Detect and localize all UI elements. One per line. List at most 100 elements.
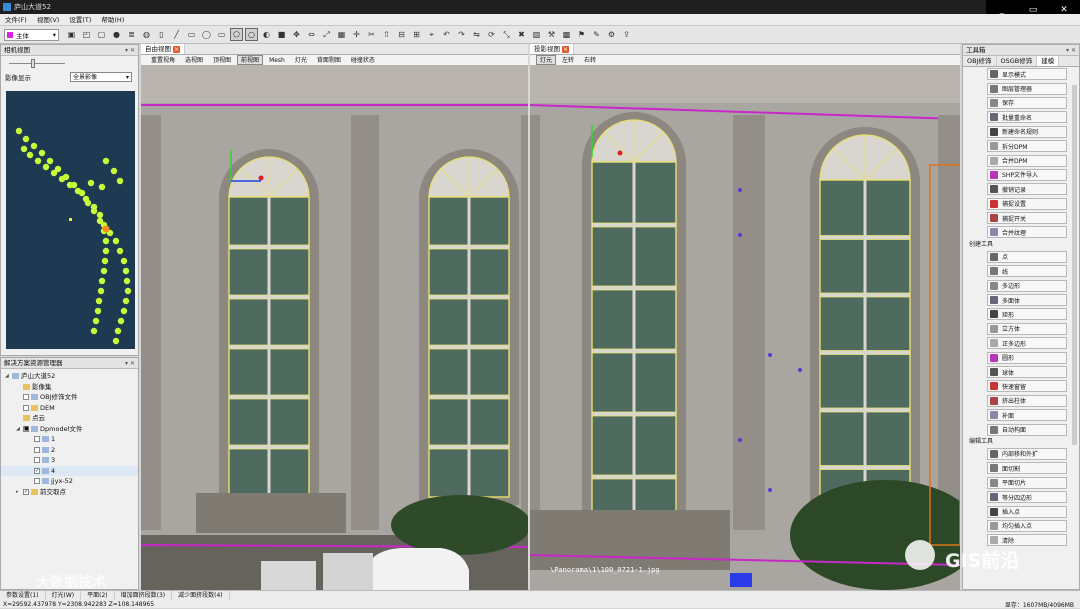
- cube-wire-icon[interactable]: ◰: [80, 28, 93, 41]
- bottom-tab[interactable]: 平面(2): [81, 591, 115, 600]
- projection-view-photo[interactable]: [530, 65, 960, 590]
- camera-point[interactable]: [26, 151, 34, 159]
- toolbox-scrollbar[interactable]: [1072, 85, 1077, 445]
- pin-icon[interactable]: ▾ ✕: [125, 358, 135, 369]
- camera-point[interactable]: [90, 203, 98, 211]
- camera-point[interactable]: [116, 177, 124, 185]
- tool-button[interactable]: 矩形: [987, 308, 1067, 321]
- settings-icon[interactable]: ⚙: [605, 28, 618, 41]
- pen-icon[interactable]: ╱: [170, 28, 183, 41]
- current-camera-point[interactable]: [102, 225, 110, 233]
- tool-button[interactable]: 新建命名规则: [987, 125, 1067, 138]
- undo-icon[interactable]: ↶: [440, 28, 453, 41]
- tree-item[interactable]: 点云: [1, 413, 138, 424]
- camera-point[interactable]: [46, 157, 54, 165]
- camera-point[interactable]: [38, 149, 46, 157]
- lasso-icon[interactable]: ◯: [200, 28, 213, 41]
- fit-icon[interactable]: ⤢: [320, 28, 333, 41]
- tool-button[interactable]: 平面切片: [987, 476, 1067, 489]
- checkbox[interactable]: [34, 457, 40, 464]
- camera-point[interactable]: [112, 237, 120, 245]
- menu-item-1[interactable]: 视图(V): [32, 14, 65, 25]
- tool-button[interactable]: 挤出柱体: [987, 394, 1067, 407]
- tool-button[interactable]: 线: [987, 265, 1067, 278]
- tool-button[interactable]: 补面: [987, 409, 1067, 422]
- free-view-tool[interactable]: 顶视图: [209, 55, 235, 65]
- camera-position-map[interactable]: [6, 91, 135, 349]
- menu-item-2[interactable]: 设置(T): [64, 14, 96, 25]
- move-icon[interactable]: ✛: [350, 28, 363, 41]
- texture-icon[interactable]: ▩: [560, 28, 573, 41]
- camera-point[interactable]: [110, 167, 118, 175]
- tool-button[interactable]: 等分四边形: [987, 491, 1067, 504]
- tool-button[interactable]: 合并纹理: [987, 226, 1067, 239]
- camera-point[interactable]: [102, 247, 110, 255]
- camera-point[interactable]: [122, 267, 130, 275]
- checkbox[interactable]: [23, 394, 29, 401]
- free-view-tool[interactable]: 灯光: [291, 55, 311, 65]
- free-view-tool[interactable]: 碰撞状态: [347, 55, 379, 65]
- square-icon[interactable]: ■: [275, 28, 288, 41]
- tool-button[interactable]: 捕捉设置: [987, 197, 1067, 210]
- measure-icon[interactable]: ⇔: [305, 28, 318, 41]
- control-point[interactable]: [738, 438, 742, 442]
- camera-point[interactable]: [116, 247, 124, 255]
- camera-point[interactable]: [20, 145, 28, 153]
- control-point[interactable]: [768, 353, 772, 357]
- polygon-icon[interactable]: ⬠: [230, 28, 243, 41]
- sphere-icon[interactable]: ●: [110, 28, 123, 41]
- camera-point[interactable]: [94, 307, 102, 315]
- checkbox[interactable]: [34, 478, 40, 485]
- camera-point[interactable]: [120, 307, 128, 315]
- toolbox-tab[interactable]: 建模: [1037, 56, 1060, 66]
- tool-button[interactable]: 内部移和外扩: [987, 447, 1067, 460]
- free-view-tool[interactable]: 选视图: [181, 55, 207, 65]
- tool-button[interactable]: 多面体: [987, 294, 1067, 307]
- camera-point[interactable]: [98, 277, 106, 285]
- grid-icon[interactable]: ▦: [335, 28, 348, 41]
- tool-button[interactable]: 插入点: [987, 505, 1067, 518]
- pin-icon[interactable]: ▾ ✕: [1066, 45, 1076, 56]
- tool-button[interactable]: 均匀插入点: [987, 519, 1067, 532]
- projection-view-tool[interactable]: 右转: [580, 55, 600, 65]
- camera-point[interactable]: [22, 135, 30, 143]
- camera-point[interactable]: [34, 157, 42, 165]
- rect-icon[interactable]: ▭: [215, 28, 228, 41]
- close-icon[interactable]: ×: [562, 45, 569, 53]
- control-point[interactable]: [738, 233, 742, 237]
- camera-point[interactable]: [15, 127, 23, 135]
- expand-icon[interactable]: ▸: [16, 487, 23, 498]
- expand-icon[interactable]: ◢: [5, 371, 12, 382]
- checkbox[interactable]: ✓: [34, 467, 40, 474]
- redo-icon[interactable]: ↷: [455, 28, 468, 41]
- free-view-tool[interactable]: 前视图: [237, 55, 264, 65]
- tree-item[interactable]: DEM: [1, 403, 138, 414]
- pin-icon[interactable]: ⌖: [425, 28, 438, 41]
- hammer-icon[interactable]: ⚒: [545, 28, 558, 41]
- tree-item[interactable]: OBJ修饰文件: [1, 392, 138, 403]
- camera-point[interactable]: [82, 195, 90, 203]
- close-icon[interactable]: ×: [173, 45, 180, 53]
- tool-button[interactable]: 快速窗留: [987, 380, 1067, 393]
- camera-point[interactable]: [117, 317, 125, 325]
- menu-item-0[interactable]: 文件(F): [0, 14, 32, 25]
- zoom-slider[interactable]: [1, 56, 138, 70]
- tool-button[interactable]: 撤销记录: [987, 183, 1067, 196]
- pin-icon[interactable]: ▾ ✕: [125, 45, 135, 56]
- free-view-tool[interactable]: 重置视角: [147, 55, 179, 65]
- tool-button[interactable]: 清除: [987, 534, 1067, 547]
- toolbox-tab[interactable]: OSGB修饰: [997, 56, 1038, 66]
- flag-icon[interactable]: ⚑: [575, 28, 588, 41]
- bottom-tab[interactable]: 灯光(W): [46, 591, 82, 600]
- checkbox[interactable]: ■: [23, 425, 29, 432]
- mirror-icon[interactable]: ⇋: [470, 28, 483, 41]
- bottom-tab[interactable]: 参数设置(1): [0, 591, 46, 600]
- display-select[interactable]: 全景影像 ▾: [70, 72, 132, 82]
- tool-button[interactable]: 立方体: [987, 322, 1067, 335]
- checkbox[interactable]: [23, 404, 29, 411]
- tab-free-view[interactable]: 自由视图 ×: [141, 44, 185, 54]
- camera-point[interactable]: [30, 142, 38, 150]
- tree-item[interactable]: ✓ 4: [1, 465, 138, 476]
- camera-point[interactable]: [50, 169, 58, 177]
- tool-button[interactable]: 合并DPM: [987, 154, 1067, 167]
